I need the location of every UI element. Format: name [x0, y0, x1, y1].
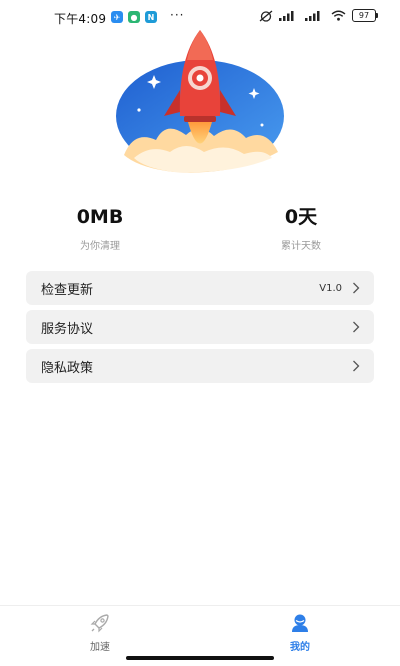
app-notification-icon: N — [145, 11, 157, 23]
days-label: 累计天数 — [281, 241, 321, 252]
tab-mine[interactable]: 我的 — [270, 612, 330, 653]
app-notification-icon: ● — [128, 11, 140, 23]
status-time: 下午4:09 — [54, 12, 107, 26]
battery-icon: 97 — [352, 9, 378, 22]
rocket-icon — [90, 614, 109, 633]
star-icon — [137, 108, 141, 112]
notification-icons: ✈ ● N — [111, 11, 157, 23]
rocket-window-dot — [196, 74, 204, 82]
chevron-right-icon — [353, 321, 360, 333]
app-screen: 下午4:09 ✈ ● N ··· 97 0MB 为你清理 0天 累计天数 检查更… — [0, 0, 400, 666]
home-indicator[interactable] — [126, 656, 274, 660]
cleaned-label: 为你清理 — [80, 241, 120, 252]
tab-label: 加速 — [90, 642, 110, 653]
status-right: 97 — [259, 9, 378, 22]
user-icon — [292, 614, 308, 632]
menu-item-label: 检查更新 — [41, 282, 94, 298]
tab-label: 我的 — [290, 642, 310, 653]
menu-item-label: 隐私政策 — [41, 360, 94, 376]
signal-icon — [279, 11, 294, 21]
days-value: 0天 — [284, 206, 318, 228]
tab-speed-up[interactable]: 加速 — [70, 612, 130, 653]
app-notification-icon: ✈ — [111, 11, 123, 23]
chevron-right-icon — [353, 282, 360, 294]
wifi-icon — [331, 10, 346, 21]
menu-item-check-update[interactable]: 检查更新 V1.0 — [26, 271, 374, 305]
menu-item-privacy-policy[interactable]: 隐私政策 — [26, 349, 374, 383]
signal-icon — [305, 11, 320, 21]
cleaned-value: 0MB — [76, 206, 124, 228]
version-value: V1.0 — [319, 282, 342, 294]
rocket-illustration — [116, 30, 284, 173]
status-bar: 下午4:09 ✈ ● N ··· 97 — [0, 0, 400, 34]
rocket-nozzle — [184, 116, 216, 122]
menu-item-service-agreement[interactable]: 服务协议 — [26, 310, 374, 344]
chevron-right-icon — [353, 360, 360, 372]
days-stat: 0天 累计天数 — [226, 206, 376, 252]
alarm-off-icon — [259, 10, 273, 22]
more-notifications-icon: ··· — [170, 8, 185, 22]
menu-item-label: 服务协议 — [41, 321, 94, 337]
star-icon — [260, 123, 264, 127]
cleaned-stat: 0MB 为你清理 — [25, 206, 175, 252]
